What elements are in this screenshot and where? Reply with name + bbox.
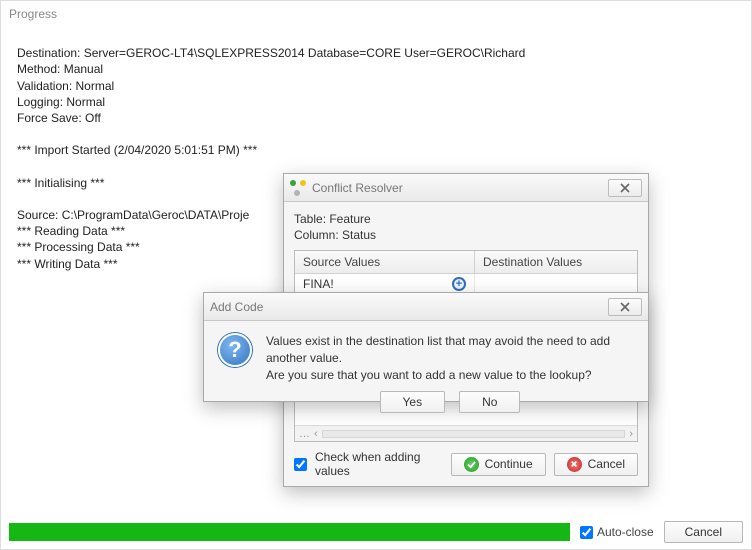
log-validation: Validation: Normal [17,79,114,93]
yes-button[interactable]: Yes [380,391,446,413]
conflict-cancel-button[interactable]: Cancel [554,453,638,476]
log-method: Method: Manual [17,62,103,76]
continue-label: Continue [485,457,533,471]
no-button[interactable]: No [459,391,520,413]
conflict-cancel-label: Cancel [588,457,625,471]
conflict-titlebar[interactable]: Conflict Resolver [284,174,648,202]
log-initialising: *** Initialising *** [17,176,104,190]
conflict-app-icon [290,180,306,196]
grid-cell-source: FINA! [303,277,334,291]
conflict-table-label: Table: Feature [294,212,638,226]
auto-close-checkbox[interactable] [580,526,593,539]
cancel-icon [567,457,582,472]
add-code-message-line2: Are you sure that you want to add a new … [266,367,634,384]
auto-close-label: Auto-close [597,525,654,539]
log-import-started: *** Import Started (2/04/2020 5:01:51 PM… [17,143,257,157]
log-writing: *** Writing Data *** [17,257,118,271]
log-processing: *** Processing Data *** [17,240,140,254]
add-code-titlebar[interactable]: Add Code [204,293,648,321]
add-code-message-line1: Values exist in the destination list tha… [266,333,634,367]
check-adding-values-label: Check when adding values [315,450,435,478]
page-title: Progress [1,1,751,23]
log-reading: *** Reading Data *** [17,224,125,238]
grid-scrollbar[interactable]: … ‹ › [295,425,637,441]
log-force-save: Force Save: Off [17,111,101,125]
grid-cell-dest[interactable] [475,274,637,294]
progress-bar [9,523,570,541]
add-code-title: Add Code [210,300,263,314]
cancel-button[interactable]: Cancel [664,521,743,543]
grid-header-dest[interactable]: Destination Values [475,251,637,273]
conflict-title: Conflict Resolver [312,181,403,195]
bottom-bar: Auto-close Cancel [1,515,751,549]
log-destination: Destination: Server=GEROC-LT4\SQLEXPRESS… [17,46,525,60]
check-adding-values-checkbox[interactable] [294,458,307,471]
add-value-icon[interactable]: + [452,277,466,291]
log-logging: Logging: Normal [17,95,105,109]
grid-header-source[interactable]: Source Values [295,251,475,273]
close-icon[interactable] [608,179,642,197]
add-code-dialog: Add Code ? Values exist in the destinati… [203,292,649,402]
close-icon[interactable] [608,298,642,316]
continue-button[interactable]: Continue [451,453,546,476]
conflict-column-label: Column: Status [294,228,638,242]
log-source: Source: C:\ProgramData\Geroc\DATA\Proje [17,208,249,222]
check-icon [464,457,479,472]
question-icon: ? [218,333,252,367]
